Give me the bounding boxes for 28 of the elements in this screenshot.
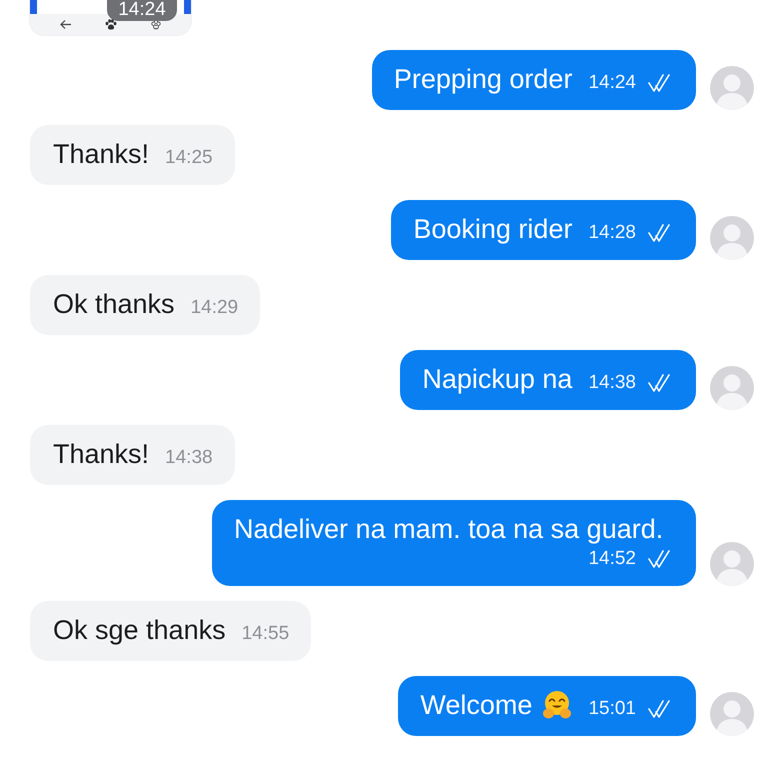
message-time: 14:38 (588, 371, 636, 395)
message-text: Thanks! (53, 438, 150, 470)
message-text: Ok thanks (53, 288, 175, 320)
message-time: 14:38 (165, 446, 213, 470)
avatar-icon[interactable] (710, 542, 754, 586)
avatar-icon[interactable] (710, 66, 754, 110)
message-time: 15:01 (588, 697, 636, 721)
flower-icon (150, 19, 162, 30)
message-time: 14:52 (588, 547, 636, 571)
message-text: Booking rider (413, 213, 572, 245)
message-text: Welcome (420, 689, 532, 721)
message-text: Ok sge thanks (53, 614, 226, 646)
message-text: Prepping order (394, 63, 572, 95)
avatar-icon[interactable] (710, 366, 754, 410)
message-time: 14:55 (242, 622, 290, 646)
message-time: 14:28 (588, 221, 636, 245)
paw-icon (104, 19, 116, 30)
avatar-icon[interactable] (710, 692, 754, 736)
image-timestamp: 14:24 (107, 0, 177, 21)
back-arrow-icon (60, 19, 72, 30)
message-time: 14:24 (588, 71, 636, 95)
message-text: Thanks! (53, 138, 150, 170)
avatar-icon[interactable] (710, 216, 754, 260)
message-time: 14:25 (165, 146, 213, 170)
screenshot-thumbnail[interactable]: 14:24 (30, 0, 191, 35)
message-text: Napickup na (422, 363, 572, 395)
message-text: Nadeliver na mam. toa na sa guard. (234, 513, 664, 545)
message-time: 14:29 (190, 296, 238, 320)
